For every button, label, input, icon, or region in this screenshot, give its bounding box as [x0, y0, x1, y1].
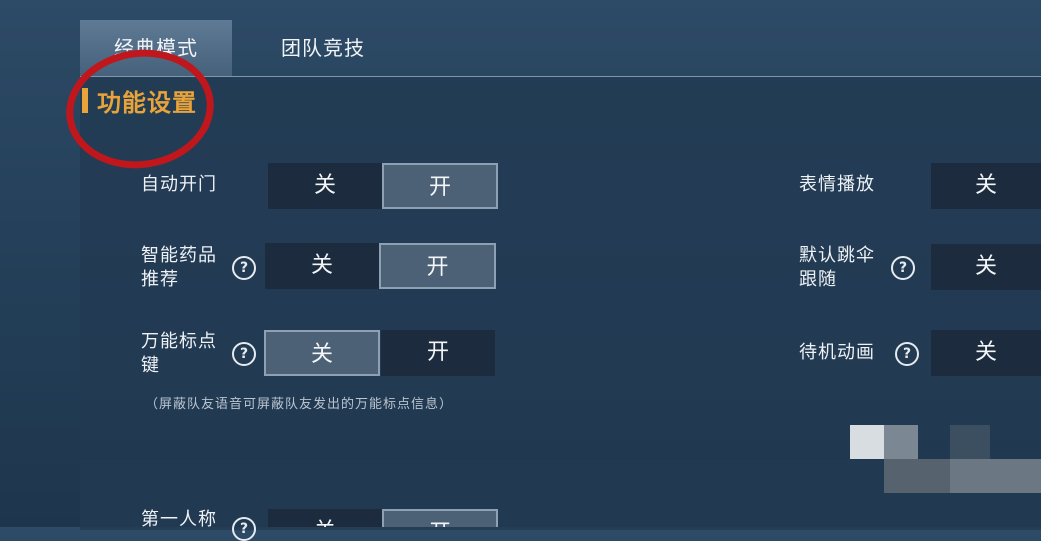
default-parachute-label: 默认跳伞 跟随 — [799, 244, 875, 292]
smart-medicine-label: 智能药品 推荐 — [141, 244, 217, 292]
watermark-block — [950, 459, 1041, 493]
default-parachute-label-line1: 默认跳伞 — [799, 245, 875, 266]
universal-marker-help-icon[interactable]: ? — [232, 342, 256, 366]
universal-marker-label-line1: 万能标点 — [141, 331, 217, 352]
universal-marker-off-button[interactable]: 关 — [264, 330, 380, 376]
first-person-help-icon[interactable]: ? — [232, 517, 256, 541]
emote-play-toggle: 关 — [931, 163, 1041, 209]
first-person-on-button[interactable]: 开 — [382, 509, 498, 527]
idle-anim-off-button[interactable]: 关 — [931, 330, 1041, 376]
emote-play-off-button[interactable]: 关 — [931, 163, 1041, 209]
auto-door-label: 自动开门 — [141, 174, 217, 195]
tab-team-deathmatch[interactable]: 团队竞技 — [258, 20, 388, 76]
idle-anim-label: 待机动画 — [799, 342, 875, 363]
first-person-off-button[interactable]: 关 — [268, 509, 382, 527]
auto-door-toggle: 关 开 — [268, 163, 498, 209]
universal-marker-on-button[interactable]: 开 — [381, 330, 495, 376]
watermark-block — [884, 425, 918, 459]
first-person-label: 第一人称 — [141, 509, 217, 530]
smart-medicine-on-button[interactable]: 开 — [379, 243, 496, 289]
auto-door-off-button[interactable]: 关 — [268, 163, 382, 209]
universal-marker-label: 万能标点 键 — [141, 330, 217, 378]
watermark-block — [884, 459, 950, 493]
watermark-block — [950, 425, 990, 459]
universal-marker-label-line2: 键 — [141, 355, 160, 376]
default-parachute-help-icon[interactable]: ? — [891, 256, 915, 280]
default-parachute-label-line2: 跟随 — [799, 269, 837, 290]
section-header: 功能设置 — [80, 77, 1041, 125]
watermark-block — [850, 425, 884, 459]
smart-medicine-off-button[interactable]: 关 — [265, 243, 379, 289]
idle-anim-help-icon[interactable]: ? — [895, 342, 919, 366]
marker-note: （屏蔽队友语音可屏蔽队友发出的万能标点信息） — [145, 397, 454, 412]
smart-medicine-toggle: 关 开 — [265, 243, 496, 289]
smart-medicine-label-line1: 智能药品 — [141, 245, 217, 266]
idle-anim-toggle: 关 — [931, 330, 1041, 376]
default-parachute-toggle: 关 — [931, 244, 1041, 290]
smart-medicine-label-line2: 推荐 — [141, 269, 179, 290]
universal-marker-toggle: 关 开 — [264, 330, 495, 376]
emote-play-label: 表情播放 — [799, 174, 875, 195]
smart-medicine-help-icon[interactable]: ? — [232, 256, 256, 280]
first-person-toggle: 关 开 — [268, 509, 498, 527]
default-parachute-off-button[interactable]: 关 — [931, 244, 1041, 290]
auto-door-on-button[interactable]: 开 — [382, 163, 498, 209]
